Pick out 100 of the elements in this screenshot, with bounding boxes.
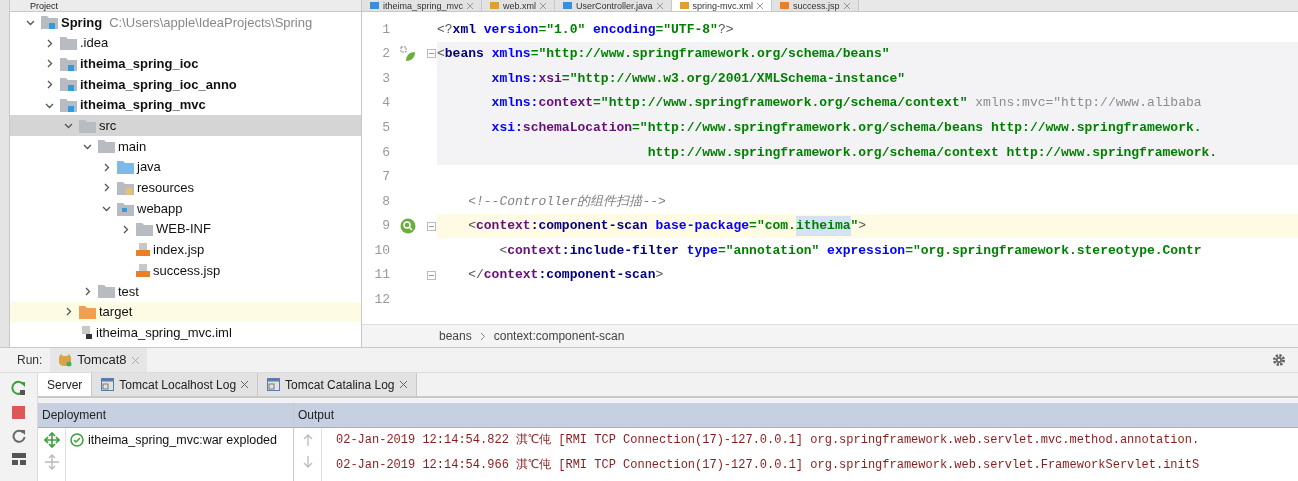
folder-icon [60,36,77,51]
folder-icon [117,180,134,195]
tree-item[interactable]: Spring C:\Users\apple\IdeaProjects\Spring [10,12,361,33]
code-line: <!--Controller的组件扫描--> [467,192,667,211]
log-tab[interactable]: Tomcat Localhost Log [92,373,259,396]
tree-item-label: webapp [137,199,183,218]
file-icon [563,2,573,9]
breadcrumb[interactable]: beans [439,327,472,345]
log-icon [267,378,281,391]
refresh-icon[interactable] [11,429,26,443]
panel-title: Project [30,0,58,11]
line-number: 3 [381,69,390,88]
line-number: 6 [381,143,390,162]
folder-icon [98,284,115,299]
folder-icon [60,77,77,92]
run-tab[interactable]: Tomcat8 [50,348,147,372]
file-icon [679,2,689,9]
line-number: 8 [381,192,390,211]
folder-icon [60,98,77,113]
fold-icon[interactable] [427,49,436,59]
file-icon [490,2,500,9]
tree-item[interactable]: main [10,136,361,157]
chevron-down-icon[interactable] [63,121,73,131]
breadcrumb[interactable]: context:component-scan [493,327,625,345]
chevron-down-icon[interactable] [101,204,111,214]
editor-tab[interactable]: web.xml [482,0,556,11]
tree-item-label: itheima_spring_ioc [80,54,199,73]
tree-item[interactable]: src [10,115,361,137]
jsp-file-icon [136,263,150,279]
line-number: 12 [373,291,390,310]
code-line: <context:include-filter type="annotation" expression="org.springframework.stereotype.Contr [498,241,1203,260]
module-file-icon [79,325,93,341]
line-number: 1 [381,20,390,39]
folder-icon [117,201,134,216]
tree-item-label: itheima_spring_ioc_anno [80,75,237,94]
tree-item-label: target [99,303,133,322]
line-number: 9 [381,217,390,236]
tree-item[interactable]: webapp [10,198,361,219]
rerun-icon[interactable] [10,380,27,396]
tree-item-label: test [118,282,139,301]
cat-icon [58,353,73,367]
close-icon[interactable] [399,381,407,388]
tree-item[interactable]: resources [10,177,361,199]
settings-icon[interactable] [1272,353,1286,367]
tree-item-label: itheima_spring_mvc.iml [96,323,232,342]
line-number: 7 [381,168,390,187]
log-tab[interactable]: Server [38,373,93,396]
tree-item-label: .idea [80,34,109,53]
tree-item-label: src [99,117,117,136]
jsp-file-icon [136,242,150,258]
tree-item[interactable]: itheima_spring_mvc.iml [10,322,361,343]
line-number: 2 [381,45,390,64]
tree-item-label: success.jsp [153,261,221,280]
tree-item[interactable]: index.jsp [10,239,361,261]
fold-icon[interactable] [427,270,436,280]
editor-tab[interactable]: itheima_spring_mvc [362,0,483,11]
folder-icon [79,304,96,319]
code-line: </context:component-scan> [467,266,665,285]
tree-item[interactable]: test [10,280,361,302]
close-icon[interactable] [757,2,764,9]
tree-item[interactable]: WEB-INF [10,218,361,240]
line-number: 10 [373,241,390,260]
editor-tab[interactable]: spring-mvc.xml [671,0,773,11]
line-number: 11 [373,266,390,285]
folder-icon [79,118,96,133]
tree-item-label: resources [137,179,195,198]
bean-icon[interactable] [400,45,416,62]
log-tab[interactable]: Tomcat Catalina Log [258,373,417,396]
log-icon [101,378,115,391]
search-icon[interactable] [400,218,416,235]
close-icon[interactable] [241,381,249,388]
folder-icon [136,222,153,237]
chevron-right-icon [479,331,486,341]
tree-item[interactable]: target [10,301,361,323]
run-label: Run: [17,352,43,369]
editor-tab[interactable]: success.jsp [772,0,859,11]
tree-item-label: index.jsp [153,241,205,260]
column-header: Deployment [38,403,293,428]
folder-icon [60,56,77,71]
folder-icon [41,15,58,30]
tree-item-label: itheima_spring_mvc [80,96,206,115]
tree-item-label: main [118,137,147,156]
fold-icon[interactable] [427,221,436,231]
tree-item-label: java [137,158,161,177]
folder-icon [117,160,134,175]
deploy-icon[interactable] [43,432,60,448]
tree-item[interactable]: itheima_spring_ioc_anno [10,74,361,95]
tree-item[interactable]: java [10,156,361,178]
file-icon [370,2,379,9]
folder-icon [98,139,115,154]
tree-item[interactable]: success.jsp [10,260,361,281]
line-number: 4 [381,94,390,113]
tree-item[interactable]: itheima_spring_ioc [10,53,361,75]
log-line: 02-Jan-2019 12:14:54.966 淇℃伅 [RMI TCP Connection(17)-127.0.0.1] org.springframework.web.servlet.FrameworkServlet.initS [336,457,1201,474]
editor-tab[interactable]: UserController.java [555,0,672,11]
project-path: C:\Users\apple\IdeaProjects\Spring [109,13,313,32]
line-number: 5 [381,118,390,137]
layout-icon[interactable] [11,453,26,465]
tree-item[interactable]: .idea [10,32,361,54]
tree-item[interactable]: itheima_spring_mvc [10,94,361,116]
